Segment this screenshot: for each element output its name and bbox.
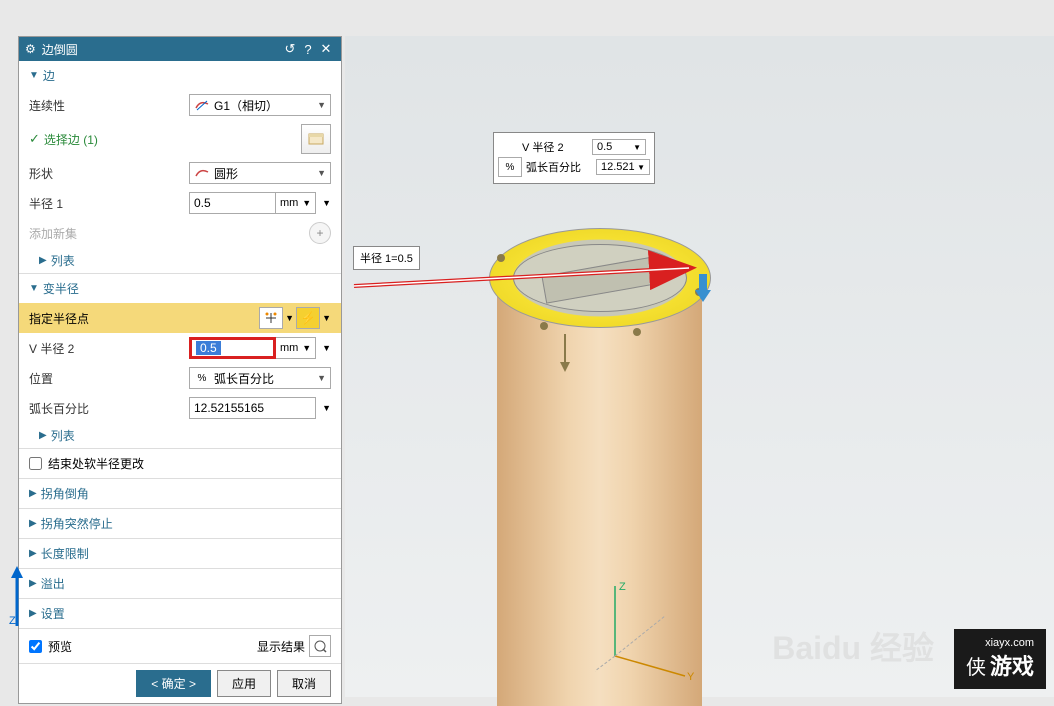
continuity-dropdown[interactable]: G1（相切） ▼ bbox=[189, 94, 331, 116]
chevron-down-icon: ▼ bbox=[317, 168, 326, 178]
z-axis-icon: Z bbox=[5, 566, 35, 636]
percent-icon: % bbox=[194, 370, 210, 386]
chevron-down-icon: ▼ bbox=[317, 373, 326, 383]
radius1-input[interactable]: 0.5 bbox=[189, 192, 276, 214]
float-vradius-input[interactable]: 0.5▼ bbox=[592, 139, 646, 155]
section-edge[interactable]: ▼ 边 bbox=[19, 61, 341, 90]
check-icon: ✓ bbox=[29, 131, 40, 147]
ok-button[interactable]: < 确定 > bbox=[136, 670, 211, 697]
watermark-baidu: Baidu 经验 bbox=[772, 623, 934, 669]
add-new-row: 添加新集 + bbox=[19, 218, 341, 248]
soft-radius-row: 结束处软半径更改 bbox=[19, 448, 341, 478]
svg-text:Z: Z bbox=[619, 581, 626, 593]
section-corner-stop[interactable]: ▶ 拐角突然停止 bbox=[19, 508, 341, 538]
help-icon[interactable]: ? bbox=[299, 40, 317, 58]
section-settings[interactable]: ▶ 设置 bbox=[19, 598, 341, 628]
chevron-down-icon[interactable]: ▼ bbox=[322, 198, 331, 208]
chevron-down-icon: ▼ bbox=[317, 100, 326, 110]
caret-right-icon: ▶ bbox=[29, 548, 37, 559]
edge-blend-panel: ⚙ 边倒圆 ↺ ? ✕ ▼ 边 连续性 G1（相切） ▼ ✓ 选择边 (1) 形… bbox=[18, 36, 342, 704]
add-button[interactable]: + bbox=[309, 222, 331, 244]
panel-footer: < 确定 > 应用 取消 bbox=[19, 663, 341, 703]
section-corner-fillet[interactable]: ▶ 拐角倒角 bbox=[19, 478, 341, 508]
float-arc-input[interactable]: 12.521▼ bbox=[596, 159, 650, 175]
specify-point-row: 指定半径点 ▼ ⚡ ▼ bbox=[19, 303, 341, 333]
vradius2-input[interactable]: 0.5 bbox=[189, 337, 276, 359]
circle-icon bbox=[194, 165, 210, 181]
coordinate-axes: Z Y bbox=[595, 576, 715, 696]
svg-text:Y: Y bbox=[687, 671, 695, 683]
vradius2-row: V 半径 2 0.5 mm▼ ▼ bbox=[19, 333, 341, 363]
gear-icon: ⚙ bbox=[25, 42, 36, 56]
radius1-unit[interactable]: mm▼ bbox=[276, 192, 316, 214]
cancel-button[interactable]: 取消 bbox=[277, 670, 331, 697]
caret-right-icon: ▶ bbox=[39, 255, 47, 266]
panel-title: 边倒圆 bbox=[42, 41, 78, 58]
select-edge-button[interactable] bbox=[301, 124, 331, 154]
apply-button[interactable]: 应用 bbox=[217, 670, 271, 697]
caret-right-icon: ▶ bbox=[29, 518, 37, 529]
radius-label: 半径 1=0.5 bbox=[353, 246, 420, 270]
position-row: 位置 % 弧长百分比 ▼ bbox=[19, 363, 341, 393]
vradius2-unit[interactable]: mm▼ bbox=[276, 337, 316, 359]
direction-arrow-icon[interactable] bbox=[555, 334, 575, 374]
svg-text:Z: Z bbox=[9, 615, 16, 627]
float-panel: V 半径 2 0.5▼ % 弧长百分比 12.521▼ bbox=[493, 132, 655, 184]
reset-icon[interactable]: ↺ bbox=[281, 40, 299, 58]
caret-right-icon: ▶ bbox=[29, 488, 37, 499]
arc-percent-row: 弧长百分比 12.52155165 ▼ bbox=[19, 393, 341, 423]
chevron-down-icon[interactable]: ▼ bbox=[322, 343, 331, 353]
preview-checkbox[interactable] bbox=[29, 640, 42, 653]
percent-icon[interactable]: % bbox=[498, 157, 522, 177]
section-var-radius[interactable]: ▼ 变半径 bbox=[19, 273, 341, 303]
shape-row: 形状 圆形 ▼ bbox=[19, 158, 341, 188]
section-length-limit[interactable]: ▶ 长度限制 bbox=[19, 538, 341, 568]
chevron-down-icon[interactable]: ▼ bbox=[322, 313, 331, 323]
caret-down-icon: ▼ bbox=[29, 283, 39, 294]
direction-arrow-icon[interactable] bbox=[693, 274, 713, 304]
section-overflow[interactable]: ▶ 溢出 bbox=[19, 568, 341, 598]
point-picker-button[interactable] bbox=[259, 307, 283, 329]
continuity-row: 连续性 G1（相切） ▼ bbox=[19, 90, 341, 120]
caret-down-icon: ▼ bbox=[29, 70, 39, 81]
arc-percent-input[interactable]: 12.52155165 bbox=[189, 397, 316, 419]
position-dropdown[interactable]: % 弧长百分比 ▼ bbox=[189, 367, 331, 389]
control-point[interactable] bbox=[540, 322, 548, 330]
select-edge-row: ✓ 选择边 (1) bbox=[19, 120, 341, 158]
close-icon[interactable]: ✕ bbox=[317, 40, 335, 58]
chevron-down-icon[interactable]: ▼ bbox=[322, 403, 331, 413]
list-link-1[interactable]: ▶ 列表 bbox=[19, 248, 341, 273]
radius1-row: 半径 1 0.5 mm▼ ▼ bbox=[19, 188, 341, 218]
lightning-button[interactable]: ⚡ bbox=[296, 307, 320, 329]
list-link-2[interactable]: ▶ 列表 bbox=[19, 423, 341, 448]
show-result-button[interactable] bbox=[309, 635, 331, 657]
soft-radius-checkbox[interactable] bbox=[29, 457, 42, 470]
shape-dropdown[interactable]: 圆形 ▼ bbox=[189, 162, 331, 184]
caret-right-icon: ▶ bbox=[39, 430, 47, 441]
watermark-site: xiayx.com 侠 游戏 bbox=[954, 629, 1046, 689]
chevron-down-icon[interactable]: ▼ bbox=[285, 313, 294, 323]
control-point[interactable] bbox=[633, 328, 641, 336]
tangent-icon bbox=[194, 97, 210, 113]
control-point[interactable] bbox=[497, 254, 505, 262]
preview-row: 预览 显示结果 bbox=[19, 628, 341, 663]
panel-header: ⚙ 边倒圆 ↺ ? ✕ bbox=[19, 37, 341, 61]
viewport-3d[interactable]: 半径 1=0.5 V 半径 2 0.5▼ % 弧长百分比 12.521▼ Z Y bbox=[345, 36, 1054, 697]
